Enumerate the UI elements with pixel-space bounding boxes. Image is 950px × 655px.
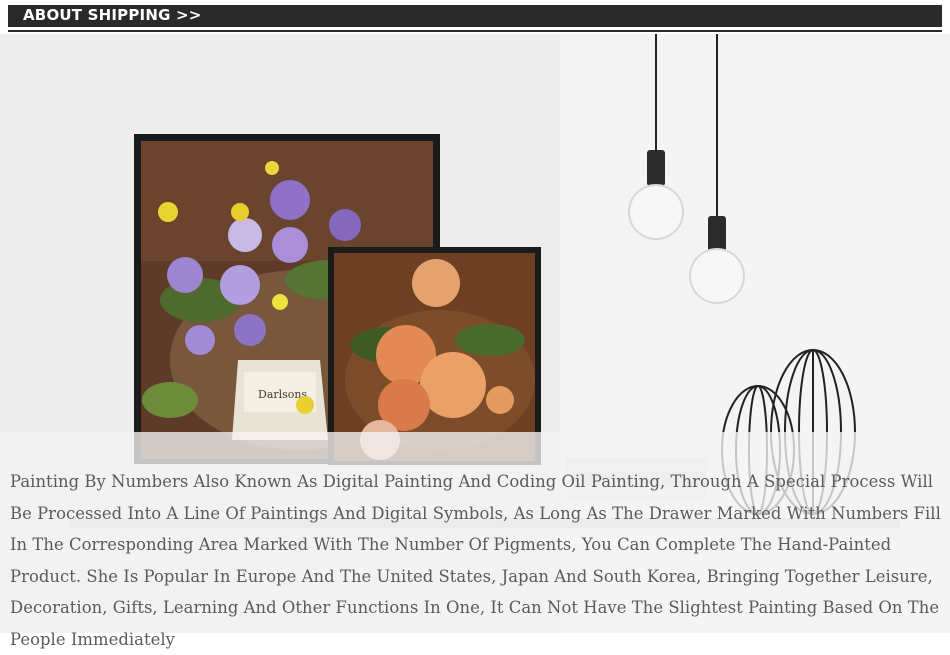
about-shipping-banner[interactable]: ABOUT SHIPPING >>: [8, 5, 942, 27]
header-divider: [8, 30, 942, 32]
product-description: Painting By Numbers Also Known As Digita…: [10, 472, 941, 649]
about-shipping-title[interactable]: ABOUT SHIPPING >>: [23, 6, 202, 24]
